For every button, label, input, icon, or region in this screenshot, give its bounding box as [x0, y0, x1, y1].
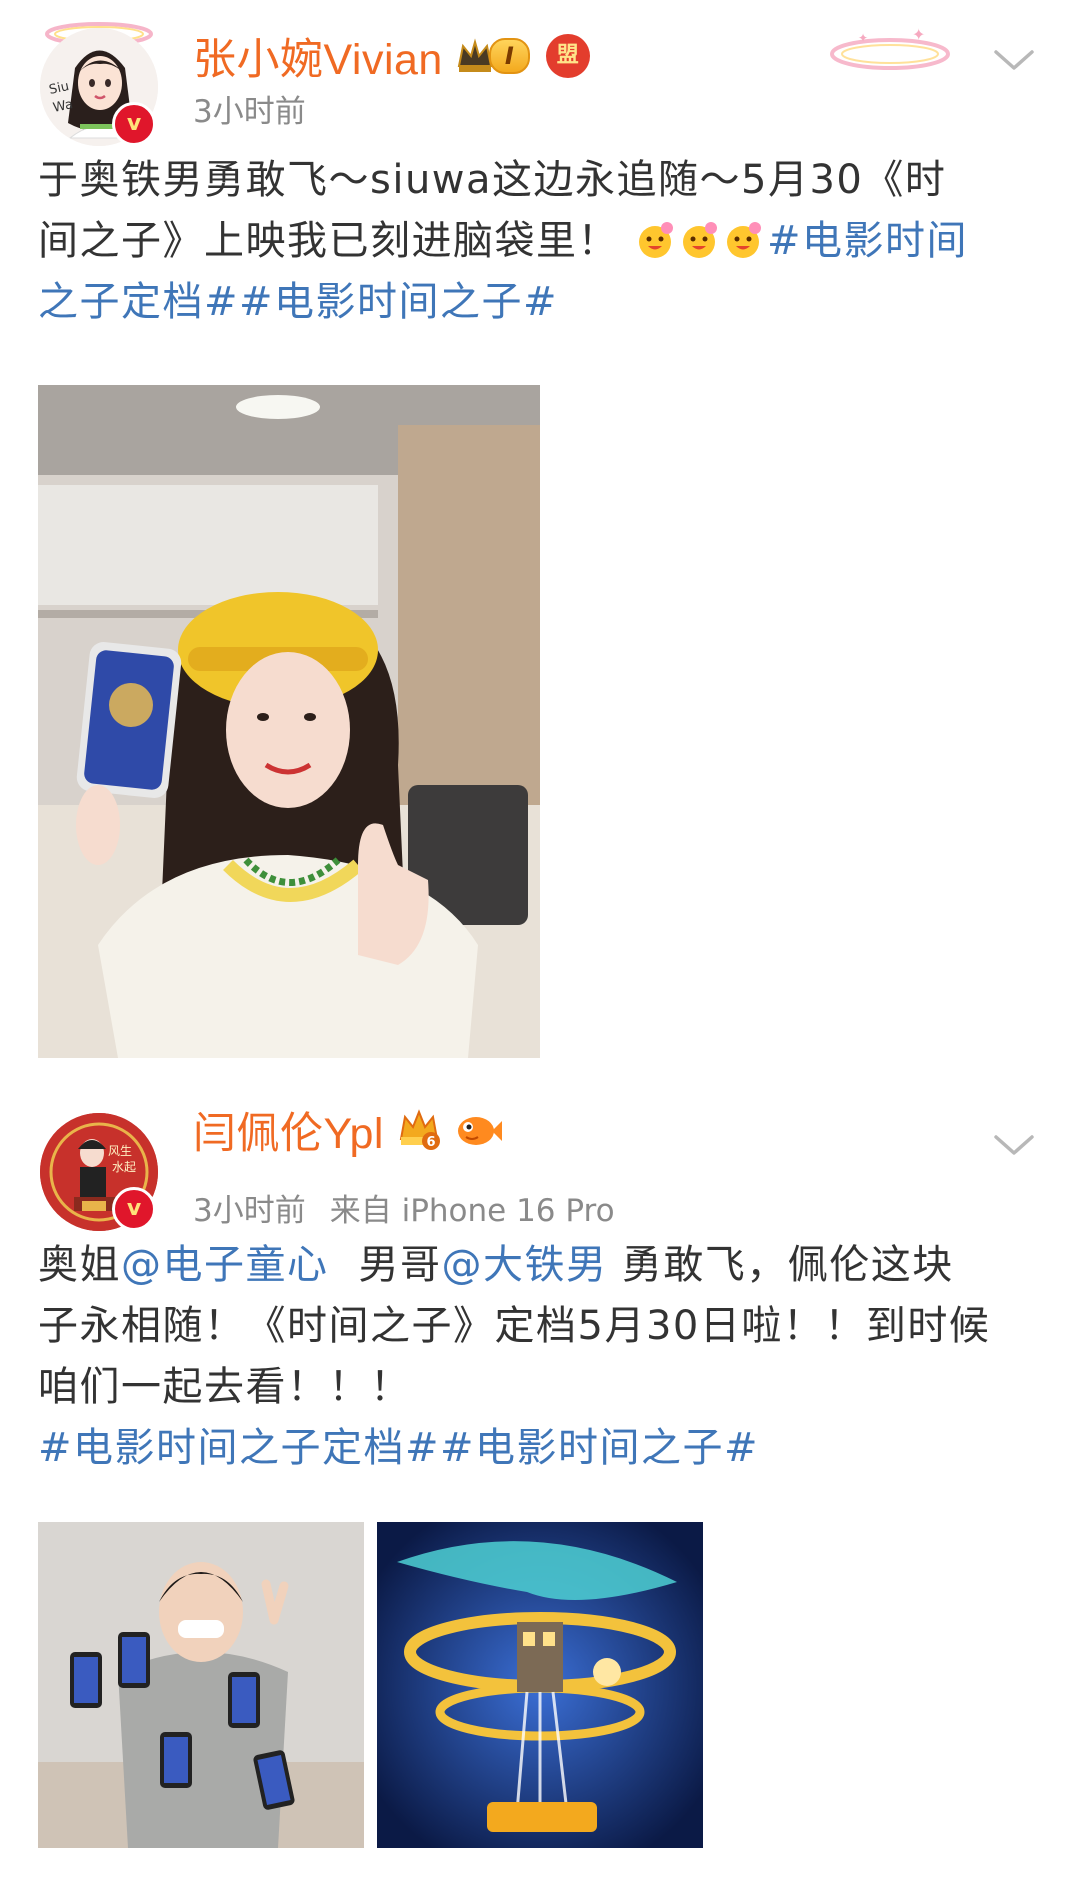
- fish-badge-icon[interactable]: [452, 1107, 502, 1153]
- sparkle-decoration-icon: ✦ ✦: [830, 25, 950, 70]
- topic-link[interactable]: 之子定档##电影时间之子#: [38, 272, 1048, 333]
- post-meta: 3小时前 来自 iPhone 16 Pro: [193, 1185, 615, 1229]
- post-card: 风生 水起 v 闫佩伦Ypl 6 3小时前 来自 iPhone 16 Pro 奥…: [0, 1085, 1080, 1886]
- selfie-with-phone-photo: [38, 385, 540, 1058]
- rank-level: I: [488, 38, 530, 74]
- member-rank-badge[interactable]: 6: [396, 1109, 442, 1150]
- user-name[interactable]: 张小婉Vivian: [193, 25, 443, 87]
- text-line: 奥姐@电子童心 男哥@大铁男 勇敢飞，佩伦这块: [38, 1235, 1048, 1296]
- user-avatar[interactable]: Siu Wa v: [40, 22, 158, 146]
- avatar-text: 风生: [108, 1144, 132, 1158]
- smile-flower-emoji-icon: [683, 222, 717, 258]
- rank-level: 6: [426, 1135, 435, 1150]
- text-segment: 勇敢飞，佩伦这块: [607, 1242, 954, 1288]
- svg-text:✦: ✦: [858, 31, 868, 45]
- mention-link[interactable]: @大铁男: [442, 1242, 608, 1288]
- post-source[interactable]: 来自 iPhone 16 Pro: [330, 1185, 615, 1230]
- user-name-row: 张小婉Vivian I 盟: [193, 26, 590, 86]
- chevron-down-icon[interactable]: [986, 1125, 1042, 1165]
- smile-flower-emoji-icon: [639, 222, 673, 258]
- post-image[interactable]: [377, 1522, 703, 1848]
- text-segment: 男哥: [358, 1242, 442, 1288]
- weibo-feed: Siu Wa v 张小婉Vivian I 盟 3小时前 ✦ ✦ 于奥铁男勇敢飞～…: [0, 0, 1080, 1886]
- movie-poster-artwork: [377, 1522, 703, 1848]
- post-image[interactable]: [38, 1522, 364, 1848]
- topic-link[interactable]: #电影时间: [767, 218, 968, 264]
- post-meta: 3小时前: [193, 86, 306, 130]
- post-body-text: 于奥铁男勇敢飞～siuwa这边永追随～5月30《时 间之子》上映我已刻进脑袋里！…: [38, 150, 1048, 333]
- post-card: Siu Wa v 张小婉Vivian I 盟 3小时前 ✦ ✦ 于奥铁男勇敢飞～…: [0, 0, 1080, 1085]
- text-line: 于奥铁男勇敢飞～siuwa这边永追随～5月30《时: [38, 157, 947, 203]
- crown-level-icon: 6: [399, 1109, 440, 1150]
- fan-badge-icon[interactable]: 盟: [545, 34, 590, 78]
- text-line: 间之子》上映我已刻进脑袋里！ #电影时间: [38, 211, 1048, 272]
- topic-link[interactable]: #电影时间之子定档##电影时间之子#: [38, 1418, 1048, 1479]
- text-line: 子永相随！《时间之子》定档5月30日啦！！到时候: [38, 1303, 991, 1349]
- text-segment: 奥姐: [38, 1242, 121, 1288]
- svg-text:水起: 水起: [112, 1160, 136, 1174]
- chevron-down-icon[interactable]: [986, 40, 1042, 80]
- verified-v-icon: v: [112, 1187, 156, 1231]
- svg-text:✦: ✦: [912, 25, 925, 44]
- text-line: 咱们一起去看！！！: [38, 1364, 412, 1410]
- post-body-text: 奥姐@电子童心 男哥@大铁男 勇敢飞，佩伦这块 子永相随！《时间之子》定档5月30…: [38, 1235, 1048, 1479]
- post-time: 3小时前: [193, 93, 306, 130]
- post-time: 3小时前: [193, 1192, 306, 1229]
- mention-link[interactable]: @电子童心: [121, 1242, 329, 1288]
- user-avatar[interactable]: 风生 水起 v: [40, 1113, 158, 1231]
- man-holding-phones-photo: [38, 1522, 364, 1848]
- user-name-row: 闫佩伦Ypl 6: [193, 1100, 502, 1160]
- user-name[interactable]: 闫佩伦Ypl: [193, 1099, 384, 1161]
- post-image[interactable]: [38, 385, 540, 1058]
- smile-flower-emoji-icon: [727, 222, 761, 258]
- member-rank-badge[interactable]: I: [455, 36, 530, 76]
- verified-v-icon: v: [112, 102, 156, 146]
- text-segment: 间之子》上映我已刻进脑袋里！: [38, 218, 619, 264]
